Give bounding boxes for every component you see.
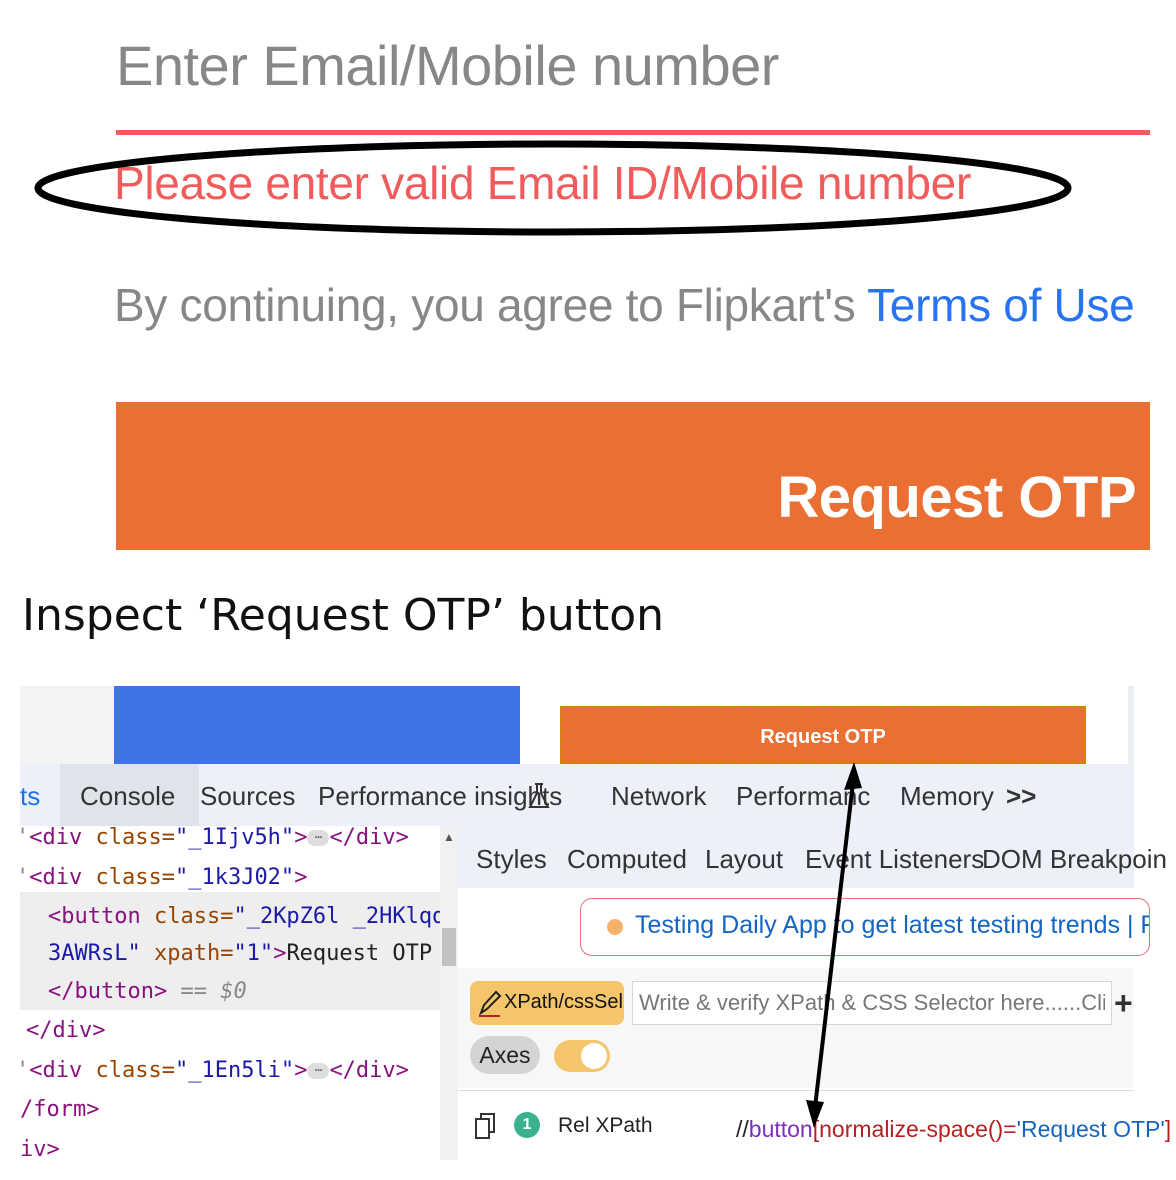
- tab-styles[interactable]: Styles: [476, 826, 547, 888]
- tab-layout[interactable]: Layout: [705, 826, 783, 888]
- dom-node-button[interactable]: <button class="_2KpZ6l _2HKlqd _: [48, 897, 440, 937]
- toggle-knob: [581, 1043, 607, 1069]
- tab-memory[interactable]: Memory: [900, 764, 994, 826]
- plus-icon[interactable]: +: [1114, 987, 1133, 1019]
- request-otp-label: Request OTP: [777, 465, 1136, 530]
- request-otp-button[interactable]: Request OTP: [116, 402, 1150, 550]
- dom-node-form-close[interactable]: /form>: [20, 1090, 99, 1130]
- copy-icon[interactable]: [474, 1112, 496, 1140]
- ellipse-annotation: [34, 140, 1072, 236]
- tab-console[interactable]: Console: [80, 764, 175, 826]
- dom-node-div-close-2[interactable]: iv>: [20, 1130, 60, 1160]
- ellipsis-icon[interactable]: ⋯: [307, 1063, 330, 1079]
- elements-panel: '<div class="_1Ijv5h">⋯</div> '<div clas…: [20, 826, 440, 1160]
- elements-scrollbar[interactable]: [440, 826, 458, 1160]
- axes-button[interactable]: Axes: [470, 1036, 540, 1074]
- more-tabs-icon[interactable]: >>: [1006, 764, 1036, 826]
- rel-xpath-label: Rel XPath: [558, 1114, 653, 1137]
- tab-elements[interactable]: ts: [20, 764, 40, 826]
- preview-request-otp-label: Request OTP: [760, 725, 886, 748]
- match-count-badge: 1: [514, 1112, 540, 1138]
- preview-blue-block: [114, 686, 520, 764]
- preview-right-edge: [1128, 686, 1134, 764]
- xpath-css-selector-button[interactable]: XPath/cssSel..: [470, 981, 624, 1025]
- dom-node-div-1[interactable]: '<div class="_1Ijv5h">⋯</div>: [20, 826, 409, 858]
- scroll-up-icon[interactable]: ▲: [443, 830, 455, 844]
- tab-dom-breakpoints[interactable]: DOM Breakpoin: [982, 826, 1167, 888]
- axes-toggle[interactable]: [554, 1040, 610, 1072]
- terms-prefix: By continuing, you agree to Flipkart's: [114, 279, 868, 331]
- dom-node-div-close[interactable]: </div>: [26, 1011, 105, 1051]
- email-mobile-input[interactable]: [116, 30, 1116, 100]
- flask-icon: [528, 783, 550, 808]
- app-icon: [607, 919, 623, 935]
- tab-computed[interactable]: Computed: [567, 826, 687, 888]
- pencil-icon: [478, 990, 502, 1017]
- tab-sources[interactable]: Sources: [200, 764, 295, 826]
- dom-node-div-2[interactable]: '<div class="_1k3J02">: [20, 858, 307, 898]
- tab-performance-insights[interactable]: Performance insights: [318, 764, 562, 826]
- caption-text: Inspect ‘Request OTP’ button: [22, 590, 665, 641]
- tab-network[interactable]: Network: [611, 764, 706, 826]
- dom-node-button-close[interactable]: </button> == $0: [48, 972, 247, 1012]
- double-arrow-annotation: [806, 762, 862, 1128]
- terms-of-use-link[interactable]: Terms of Use: [867, 279, 1135, 331]
- terms-text: By continuing, you agree to Flipkart's T…: [114, 278, 1135, 332]
- preview-left-strip: [20, 686, 114, 764]
- scrollbar-thumb[interactable]: [442, 928, 456, 966]
- xpath-button-label: XPath/cssSel..: [504, 991, 624, 1013]
- ellipsis-icon[interactable]: ⋯: [307, 830, 330, 846]
- dom-node-div-3[interactable]: '<div class="_1En5li">⋯</div>: [20, 1051, 409, 1091]
- dom-node-button-cont[interactable]: 3AWRsL" xpath="1">Request OTP: [48, 934, 432, 974]
- ad-text: Testing Daily App to get latest testing …: [635, 911, 1150, 939]
- devtools-tab-bar: ts Console Sources Performance insights …: [20, 764, 1134, 827]
